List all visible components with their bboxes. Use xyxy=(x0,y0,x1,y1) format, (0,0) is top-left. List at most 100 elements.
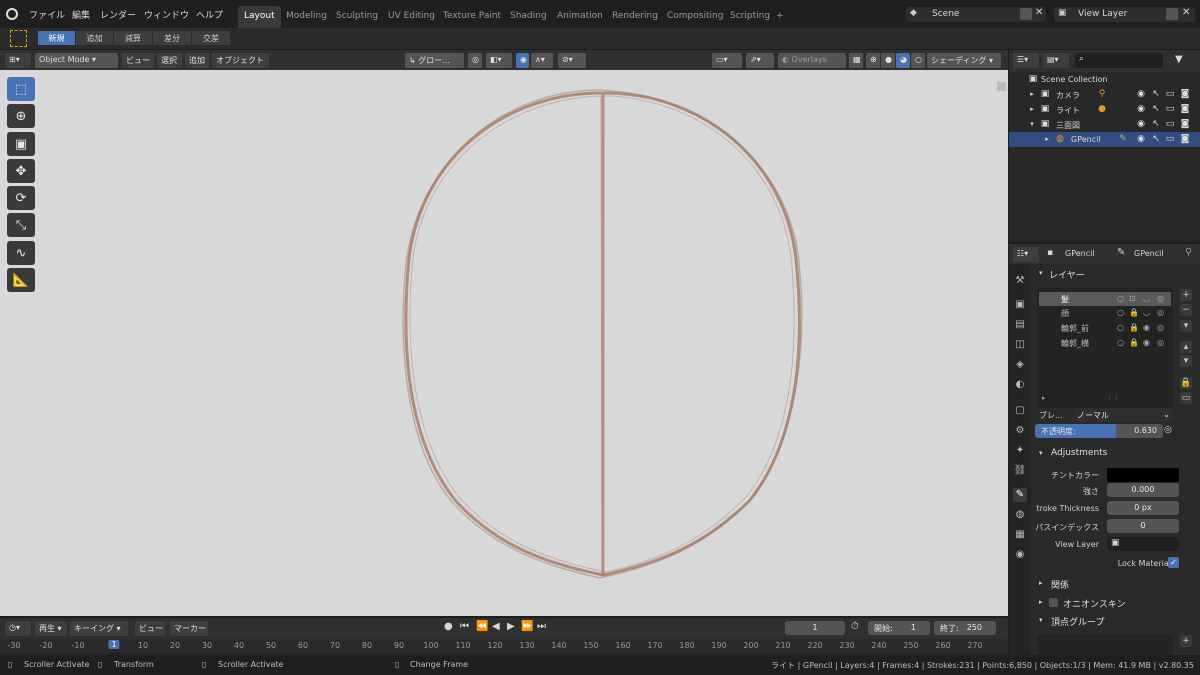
disclosure-icon[interactable]: ▸ xyxy=(1042,134,1052,144)
add-layer-button[interactable]: + xyxy=(1180,289,1192,301)
visibility-eye-icon[interactable]: ◉ xyxy=(1136,119,1146,129)
tab-modeling[interactable]: Modeling xyxy=(280,6,333,28)
visibility-eye-icon[interactable]: ◡ xyxy=(1143,308,1150,317)
relations-panel-title[interactable]: 関係 xyxy=(1051,578,1069,591)
scene-tab-icon[interactable]: ◈ xyxy=(1013,358,1027,372)
collapse-adjustments-icon[interactable]: ▾ xyxy=(1039,449,1043,457)
vertex-groups-collapse-icon[interactable]: ▾ xyxy=(1039,616,1043,624)
editor-type-icon[interactable]: ⊞▾ xyxy=(5,53,31,68)
stroke-thickness-field[interactable]: 0 px xyxy=(1107,501,1179,515)
onion-skin-checkbox[interactable] xyxy=(1049,598,1058,607)
tab-layout[interactable]: Layout xyxy=(238,6,281,28)
render-camera-icon[interactable]: ◙ xyxy=(1180,134,1190,144)
menu-object[interactable]: オブジェクト xyxy=(212,53,269,68)
outliner-row-scene-collection[interactable]: ▣ Scene Collection xyxy=(1009,72,1200,87)
viewport-display-icon[interactable]: ▭ xyxy=(1165,119,1175,129)
blend-mode-dropdown[interactable]: ノーマル ⌄ xyxy=(1073,408,1173,422)
shading-rendered-icon[interactable]: ○ xyxy=(911,53,925,68)
shader-fx-tab-icon[interactable]: ◉ xyxy=(1013,548,1027,562)
onion-toggle-icon[interactable]: ○ xyxy=(1117,294,1124,303)
render-camera-icon[interactable]: ◙ xyxy=(1180,119,1190,129)
add-workspace-button[interactable]: + xyxy=(770,6,790,28)
menu-file[interactable]: ファイル xyxy=(29,8,65,21)
menu-window[interactable]: ウィンドウ xyxy=(144,8,189,21)
menu-help[interactable]: ヘルプ xyxy=(196,8,223,21)
tool-tab-icon[interactable]: ⚒ xyxy=(1013,274,1027,288)
viewport-corner-icon[interactable] xyxy=(997,82,1006,91)
xray-icon[interactable]: ▦ xyxy=(849,53,863,68)
add-vertex-group-button[interactable]: + xyxy=(1180,635,1192,647)
constraints-tab-icon[interactable]: ⛓ xyxy=(1013,464,1027,478)
lock-material-checkbox[interactable]: ✓ xyxy=(1168,557,1179,568)
tab-rendering[interactable]: Rendering xyxy=(606,6,664,28)
remove-scene-icon[interactable]: ✕ xyxy=(1035,7,1043,18)
tint-color-swatch[interactable] xyxy=(1107,468,1179,482)
shading-solid-icon[interactable]: ● xyxy=(881,53,895,68)
modifier-tab-icon[interactable]: ⚙ xyxy=(1013,424,1027,438)
gpencil-data-tab-icon[interactable]: ✎ xyxy=(1013,488,1027,502)
disclosure-icon[interactable]: ▸ xyxy=(1027,89,1037,99)
play-reverse-icon[interactable]: ◀ xyxy=(492,621,500,632)
stopwatch-icon[interactable]: ⏱ xyxy=(851,621,859,632)
lock-open-icon[interactable]: ⊡ xyxy=(1129,294,1136,303)
overlays-dropdown[interactable]: ◐ Overlays xyxy=(778,53,846,68)
list-resize-handle[interactable]: ⋮⋮ xyxy=(1106,394,1120,402)
visibility-eye-icon[interactable]: ◉ xyxy=(1136,134,1146,144)
visibility-eye-icon[interactable]: ◉ xyxy=(1143,338,1150,347)
proportional-edit-icon[interactable]: ◉ xyxy=(516,53,529,68)
record-icon[interactable]: ● xyxy=(444,621,453,632)
new-scene-icon[interactable] xyxy=(1020,8,1032,20)
snap-icon[interactable]: ◧▾ xyxy=(486,53,512,68)
end-frame-field[interactable]: 終了: 250 xyxy=(934,621,996,635)
pass-index-field[interactable]: 0 xyxy=(1107,519,1179,533)
tab-shading[interactable]: Shading xyxy=(504,6,553,28)
isolate-layer-icon[interactable]: ▭ xyxy=(1180,392,1192,404)
view-layer-tab-icon[interactable]: ◫ xyxy=(1013,338,1027,352)
shading-dropdown[interactable]: シェーディング ▾ xyxy=(927,53,1001,68)
visibility-eye-icon[interactable]: ◉ xyxy=(1143,323,1150,332)
mode-add-button[interactable]: 追加 xyxy=(76,31,113,45)
tab-animation[interactable]: Animation xyxy=(551,6,609,28)
timeline-editor-icon[interactable]: ◷▾ xyxy=(5,621,31,636)
menu-marker[interactable]: マーカー xyxy=(170,621,208,636)
layer-item-face[interactable]: 顔 ○ 🔒 ◡ ◎ xyxy=(1039,306,1171,320)
viewport-display-icon[interactable]: ▭ xyxy=(1165,134,1175,144)
current-frame-indicator[interactable]: 1 xyxy=(108,640,120,649)
menu-view[interactable]: ビュー xyxy=(122,53,154,68)
prev-keyframe-icon[interactable]: ⏪ xyxy=(476,621,488,632)
object-mode-dropdown[interactable]: Object Mode ▾ xyxy=(35,53,118,68)
visibility-eye-icon[interactable]: ◉ xyxy=(1136,104,1146,114)
onion-toggle-icon[interactable]: ○ xyxy=(1117,323,1124,332)
view-object-types-icon[interactable]: ▭▾ xyxy=(712,53,742,68)
vertex-groups-panel-title[interactable]: 頂点グループ xyxy=(1051,615,1104,628)
layers-panel-title[interactable]: レイヤー xyxy=(1049,268,1085,281)
collapse-layers-icon[interactable]: ▾ xyxy=(1039,269,1043,277)
layer-settings-icon[interactable]: ◎ xyxy=(1157,308,1164,317)
new-view-layer-icon[interactable] xyxy=(1166,8,1178,20)
lock-icon[interactable]: 🔒 xyxy=(1129,338,1139,347)
strength-field[interactable]: 0.000 xyxy=(1107,483,1179,497)
timeline-ruler[interactable]: -30 -20 -10 1 10 20 30 40 50 60 70 80 90… xyxy=(0,639,1008,653)
lock-icon[interactable]: 🔒 xyxy=(1129,323,1139,332)
layer-specials-icon[interactable]: ▾ xyxy=(1180,320,1192,332)
properties-editor-icon[interactable]: ☷▾ xyxy=(1013,247,1039,262)
gpencil-settings-icon[interactable]: ⊘▾ xyxy=(558,53,586,68)
3d-viewport[interactable]: ⬚ ⊕ ▣ ✥ ⟳ ⤡ ∿ 📐 xyxy=(0,70,1008,616)
select-arrow-icon[interactable]: ↖ xyxy=(1151,89,1161,99)
vertex-groups-list[interactable] xyxy=(1037,634,1173,655)
outliner-row-light[interactable]: ▸ ▣ ライト ● ◉ ↖ ▭ ◙ xyxy=(1009,102,1200,117)
material-tab-icon[interactable]: ◍ xyxy=(1013,508,1027,522)
render-camera-icon[interactable]: ◙ xyxy=(1180,104,1190,114)
layer-settings-icon[interactable]: ◎ xyxy=(1157,323,1164,332)
visibility-eye-icon[interactable]: ◡ xyxy=(1143,294,1150,303)
menu-playback[interactable]: 再生 ▾ xyxy=(35,621,67,636)
tab-scripting[interactable]: Scripting xyxy=(724,6,776,28)
render-camera-icon[interactable]: ◙ xyxy=(1180,89,1190,99)
opacity-slider[interactable]: 不透明度: 0.630 xyxy=(1035,424,1163,438)
tab-texture-paint[interactable]: Texture Paint xyxy=(437,6,507,28)
adjustments-panel-title[interactable]: Adjustments xyxy=(1051,448,1107,458)
pin-icon[interactable]: ⚲ xyxy=(1185,247,1192,258)
mode-difference-button[interactable]: 差分 xyxy=(153,31,191,45)
world-tab-icon[interactable]: ◐ xyxy=(1013,378,1027,392)
layer-item-hair[interactable]: 髪 ○ ⊡ ◡ ◎ xyxy=(1039,292,1171,306)
